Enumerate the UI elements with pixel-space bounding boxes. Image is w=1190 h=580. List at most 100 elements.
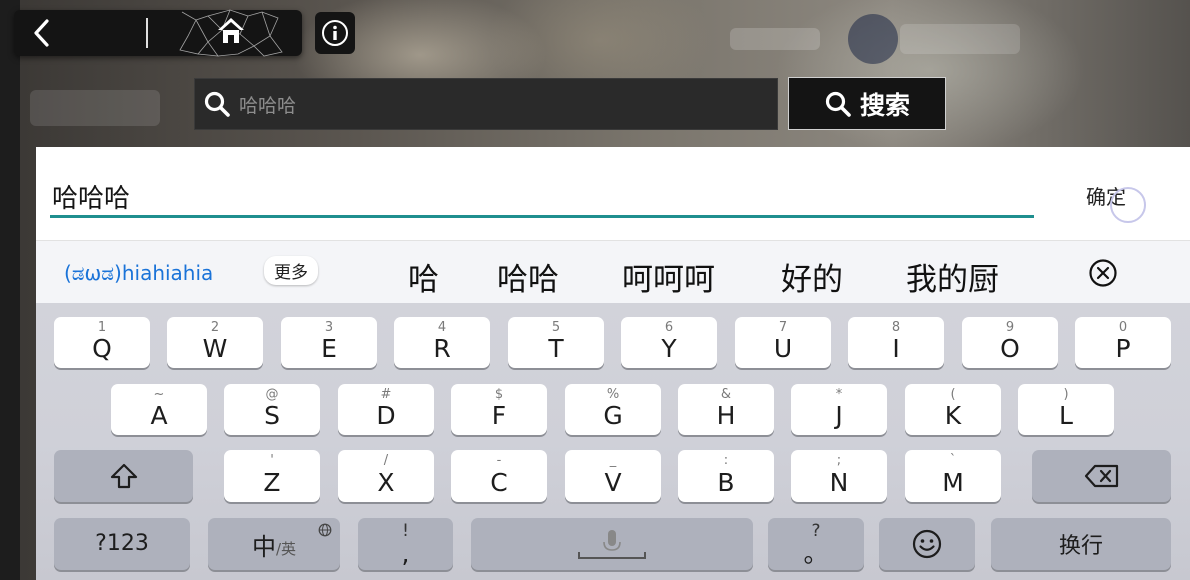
home-button[interactable] bbox=[178, 6, 284, 60]
key-h[interactable]: & H bbox=[678, 384, 774, 435]
key-sup: ` bbox=[949, 453, 957, 468]
key-sup: 1 bbox=[97, 320, 107, 335]
ime-text-field[interactable]: 哈哈哈 bbox=[52, 178, 130, 215]
soft-keyboard: 1Q 2W 3E 4R 5T 6Y 7U 8I 9O 0P ~ A @ S # D $… bbox=[36, 303, 1190, 580]
key-x[interactable]: / X bbox=[338, 450, 434, 502]
space-key[interactable] bbox=[471, 518, 753, 570]
key-sup: - bbox=[496, 453, 502, 468]
background-blob bbox=[848, 14, 898, 64]
key-label: I bbox=[892, 334, 900, 363]
key-sup: ~ bbox=[153, 387, 165, 402]
candidate-item[interactable]: 哈哈 bbox=[497, 254, 559, 299]
key-label: ?123 bbox=[95, 531, 149, 556]
candidate-bar: (ಡωಡ)hiahiahia 更多 哈 哈哈 呵呵呵 好的 我的厨 bbox=[36, 240, 1190, 303]
key-q[interactable]: 1Q bbox=[54, 317, 150, 368]
key-m[interactable]: ` M bbox=[905, 450, 1001, 502]
chevron-left-icon bbox=[34, 19, 49, 47]
key-label: J bbox=[835, 401, 843, 430]
key-label: 换行 bbox=[1058, 534, 1103, 559]
candidate-emoticon[interactable]: (ಡωಡ)hiahiahia bbox=[64, 261, 213, 285]
info-icon bbox=[322, 20, 348, 46]
key-label: X bbox=[377, 468, 395, 497]
key-o[interactable]: 9O bbox=[962, 317, 1058, 368]
backspace-icon bbox=[1084, 464, 1118, 488]
key-sup: 3 bbox=[324, 320, 334, 335]
shift-key[interactable] bbox=[54, 450, 193, 502]
key-label: O bbox=[1000, 334, 1020, 363]
candidate-item[interactable]: 好的 bbox=[781, 254, 843, 299]
key-sup: / bbox=[383, 453, 389, 468]
key-label: A bbox=[150, 401, 168, 430]
key-label: L bbox=[1059, 401, 1073, 430]
key-c[interactable]: -C bbox=[451, 450, 547, 502]
key-sup: # bbox=[380, 387, 392, 402]
key-n[interactable]: ; N bbox=[791, 450, 887, 502]
background-blob bbox=[730, 28, 820, 50]
key-label: 。 bbox=[803, 539, 829, 568]
key-sub-label: /英 bbox=[275, 539, 297, 558]
key-sup: ? bbox=[811, 521, 821, 541]
key-label: T bbox=[548, 334, 564, 363]
confirm-ripple bbox=[1110, 187, 1146, 223]
microphone-icon bbox=[578, 530, 646, 559]
key-i[interactable]: 8I bbox=[848, 317, 944, 368]
key-u[interactable]: 7U bbox=[735, 317, 831, 368]
close-circle-icon[interactable] bbox=[1088, 258, 1118, 288]
number-mode-key[interactable]: ?123 bbox=[54, 518, 190, 570]
search-button-label: 搜索 bbox=[859, 90, 910, 120]
search-query: 哈哈哈 bbox=[239, 94, 297, 117]
background-blob bbox=[30, 90, 160, 126]
background-edge bbox=[0, 0, 20, 580]
key-sup: 5 bbox=[551, 320, 561, 335]
search-button[interactable]: 搜索 bbox=[788, 77, 946, 130]
key-sup: 9 bbox=[1005, 320, 1015, 335]
period-key[interactable]: ?。 bbox=[768, 518, 864, 570]
key-label: V bbox=[604, 468, 622, 497]
info-button[interactable] bbox=[315, 12, 355, 54]
backspace-key[interactable] bbox=[1032, 450, 1171, 502]
key-label: R bbox=[433, 334, 451, 363]
key-e[interactable]: 3E bbox=[281, 317, 377, 368]
key-s[interactable]: @ S bbox=[224, 384, 320, 435]
key-z[interactable]: ' Z bbox=[224, 450, 320, 502]
key-l[interactable]: ) L bbox=[1018, 384, 1114, 435]
key-a[interactable]: ~ A bbox=[111, 384, 207, 435]
key-r[interactable]: 4R bbox=[394, 317, 490, 368]
key-label: Y bbox=[661, 334, 677, 363]
top-nav-bar bbox=[14, 9, 302, 57]
key-b[interactable]: :B bbox=[678, 450, 774, 502]
key-k[interactable]: (K bbox=[905, 384, 1001, 435]
enter-key[interactable]: 换行 bbox=[991, 518, 1171, 570]
key-sup: ; bbox=[836, 453, 842, 468]
search-input[interactable]: 哈哈哈 bbox=[194, 78, 778, 130]
shift-icon bbox=[110, 463, 137, 489]
key-sup: ' bbox=[270, 453, 274, 468]
key-sup: ! bbox=[402, 521, 409, 541]
emoji-key[interactable] bbox=[879, 518, 975, 570]
key-sup: 2 bbox=[210, 320, 220, 335]
key-sup: $ bbox=[494, 387, 504, 402]
key-w[interactable]: 2W bbox=[167, 317, 263, 368]
comma-key[interactable]: !, bbox=[358, 518, 453, 570]
candidate-item[interactable]: 我的厨 bbox=[906, 254, 1023, 299]
key-g[interactable]: % G bbox=[565, 384, 661, 435]
key-y[interactable]: 6Y bbox=[621, 317, 717, 368]
key-d[interactable]: # D bbox=[338, 384, 434, 435]
language-switch-key[interactable]: 中/英 bbox=[208, 518, 340, 570]
background-blob bbox=[900, 24, 1020, 54]
candidate-more-button[interactable]: 更多 bbox=[264, 256, 318, 285]
key-label: , bbox=[401, 539, 410, 568]
key-sup: 6 bbox=[664, 320, 674, 335]
candidate-item[interactable]: 呵呵呵 bbox=[622, 254, 715, 299]
key-sup: 0 bbox=[1118, 320, 1128, 335]
key-j[interactable]: * J bbox=[791, 384, 887, 435]
key-p[interactable]: 0P bbox=[1075, 317, 1171, 368]
key-sup: : bbox=[723, 453, 729, 468]
key-v[interactable]: _ V bbox=[565, 450, 661, 502]
candidate-item[interactable]: 哈 bbox=[408, 254, 439, 299]
key-label: K bbox=[944, 401, 962, 430]
key-t[interactable]: 5T bbox=[508, 317, 604, 368]
key-label: D bbox=[376, 401, 396, 430]
back-button[interactable] bbox=[14, 10, 70, 56]
key-f[interactable]: $ F bbox=[451, 384, 547, 435]
